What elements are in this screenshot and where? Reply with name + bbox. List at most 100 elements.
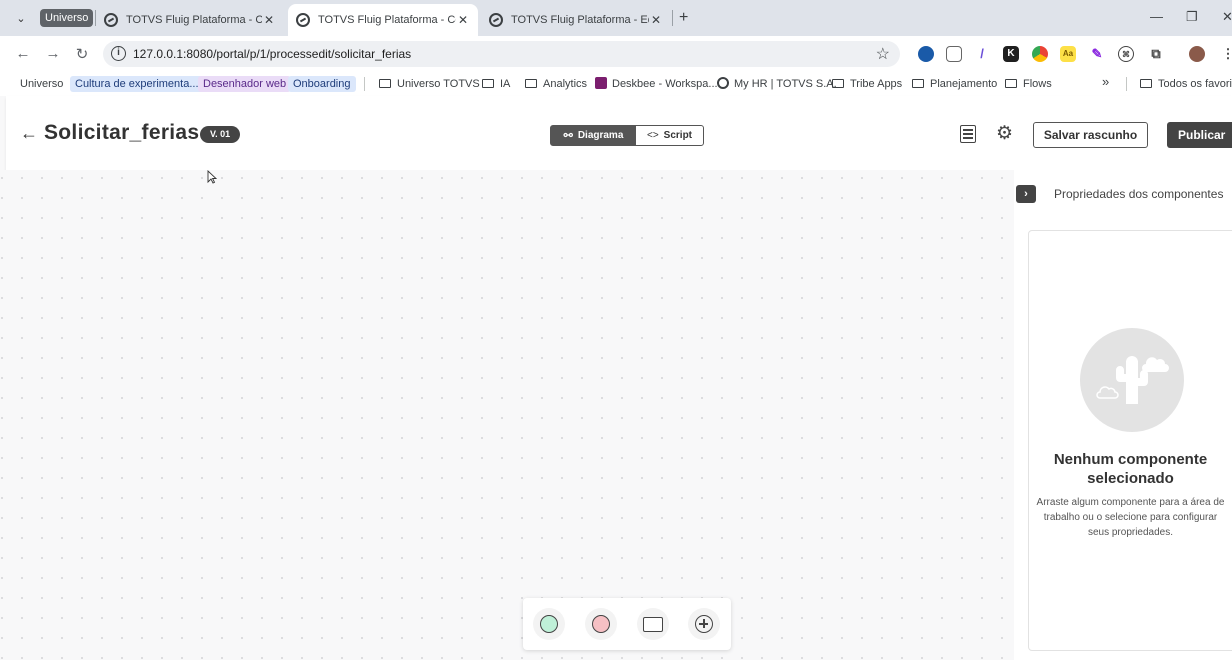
folder-icon (1140, 79, 1152, 88)
close-tab-icon[interactable]: ✕ (456, 13, 470, 27)
task-icon (643, 616, 663, 632)
bookmark-myhr[interactable]: My HR | TOTVS S.A. (717, 76, 837, 92)
extensions-puzzle-icon[interactable]: ⧉ (1148, 46, 1164, 62)
address-url[interactable]: 127.0.0.1:8080/portal/p/1/processedit/so… (133, 47, 411, 61)
fluig-favicon-icon (717, 77, 729, 89)
restore-window-icon[interactable]: ❐ (1186, 9, 1198, 25)
diagram-canvas[interactable] (0, 170, 1014, 660)
bookmark-label: Planejamento (930, 78, 998, 90)
browser-toolbar: ← → ↻ i 127.0.0.1:8080/portal/p/1/proces… (0, 36, 1232, 72)
forward-icon[interactable]: → (44, 45, 62, 62)
bookmark-star-icon[interactable]: ☆ (876, 44, 890, 64)
close-tab-icon[interactable]: ✕ (262, 13, 276, 27)
properties-panel: › Propriedades dos componentes Nenhum co… (1014, 170, 1232, 660)
bookmark-folder-analytics[interactable]: Analytics (525, 76, 587, 92)
close-window-icon[interactable]: ✕ (1222, 9, 1232, 25)
bookmark-cultura[interactable]: Cultura de experimenta... (70, 76, 204, 92)
folder-icon (482, 79, 494, 88)
end-event-tool[interactable] (585, 608, 617, 640)
bookmark-deskbee[interactable]: Deskbee - Workspa... (595, 76, 718, 92)
extension-pen-icon[interactable]: / (974, 46, 990, 62)
component-palette (523, 598, 731, 650)
folder-icon (379, 79, 391, 88)
settings-gear-icon[interactable]: ⚙ (996, 122, 1013, 145)
site-info-icon[interactable]: i (111, 46, 126, 61)
process-editor-header: ← Solicitar_ferias V. 01 ⚯ Diagrama <> S… (6, 96, 1232, 170)
folder-icon (1005, 79, 1017, 88)
bookmark-folder-ia[interactable]: IA (482, 76, 510, 92)
address-bar[interactable]: i 127.0.0.1:8080/portal/p/1/processedit/… (103, 41, 900, 67)
back-arrow-icon[interactable]: ← (20, 123, 38, 144)
tab-script[interactable]: <> Script (636, 126, 703, 145)
bookmark-divider (364, 77, 365, 91)
browser-tab[interactable]: TOTVS Fluig Plataforma - Config ✕ (96, 4, 284, 36)
extension-k-icon[interactable]: K (1003, 46, 1019, 62)
bookmark-label: Universo TOTVS (397, 78, 480, 90)
bookmark-desenhador[interactable]: Desenhador web (198, 76, 292, 92)
collapse-panel-chevron-icon[interactable]: › (1016, 185, 1036, 203)
empty-state-card: Nenhum componente selecionado Arraste al… (1028, 230, 1232, 651)
tab-divider (672, 10, 673, 26)
extension-chrome-icon[interactable] (1032, 46, 1048, 62)
tab-search-chevron-icon[interactable]: ⌄ (10, 8, 32, 28)
extension-globe-icon[interactable] (918, 46, 934, 62)
bookmark-divider (1126, 77, 1127, 91)
extension-ai-icon[interactable]: ⌘ (1118, 46, 1134, 62)
bookmark-label: My HR | TOTVS S.A. (734, 78, 837, 90)
task-tool[interactable] (637, 608, 669, 640)
fluig-favicon-icon (489, 13, 503, 27)
bookmark-label: Analytics (543, 78, 588, 90)
bookmark-folder-universo-totvs[interactable]: Universo TOTVS (379, 76, 480, 92)
folder-icon (525, 79, 537, 88)
start-event-tool[interactable] (533, 608, 565, 640)
extension-quill-icon[interactable]: ✎ (1089, 46, 1105, 62)
bookmark-label: Flows (1023, 78, 1052, 90)
tab-diagram[interactable]: ⚯ Diagrama (551, 126, 636, 145)
bookmark-label: Deskbee - Workspa... (612, 78, 718, 90)
editor-mode-switch: ⚯ Diagrama <> Script (550, 125, 704, 146)
properties-panel-title: Propriedades dos componentes (1054, 187, 1224, 201)
bookmark-universo[interactable]: Universo (15, 76, 68, 92)
close-tab-icon[interactable]: ✕ (649, 13, 663, 27)
diagram-icon: ⚯ (563, 130, 573, 142)
save-draft-button[interactable]: Salvar rascunho (1033, 122, 1148, 148)
back-icon[interactable]: ← (14, 45, 32, 62)
publish-button[interactable]: Publicar (1167, 122, 1232, 148)
gateway-tool[interactable] (688, 608, 720, 640)
bookmarks-overflow-button[interactable]: » (1102, 74, 1109, 90)
bookmark-onboarding[interactable]: Onboarding (288, 76, 356, 92)
bookmark-label: Tribe Apps (850, 78, 903, 90)
reload-icon[interactable]: ↻ (73, 45, 91, 63)
cactus-cloud-illustration-icon (1080, 328, 1184, 432)
start-event-icon (540, 615, 558, 633)
browser-tab-active[interactable]: TOTVS Fluig Plataforma - Config ✕ (288, 4, 478, 36)
deskbee-icon (595, 77, 607, 89)
tab-group-chip[interactable]: Universo (40, 9, 94, 27)
bookmark-label: IA (500, 78, 511, 90)
cactus-illustration (1096, 356, 1169, 404)
browser-menu-icon[interactable]: ⋮ (1220, 46, 1232, 62)
new-tab-plus-icon[interactable]: + (679, 9, 688, 27)
browser-tab[interactable]: TOTVS Fluig Plataforma - Edição ✕ (481, 4, 671, 36)
bookmark-folder-tribe[interactable]: Tribe Apps (832, 76, 902, 92)
extension-aa-icon[interactable]: Aa (1060, 46, 1076, 62)
tab-diagram-label: Diagrama (577, 130, 624, 141)
bookmark-label: Todos os favoritos (1158, 78, 1232, 90)
browser-tab-strip: ⌄ Universo TOTVS Fluig Plataforma - Conf… (0, 0, 1232, 36)
gateway-plus-icon (695, 615, 713, 633)
mouse-cursor-icon (207, 170, 217, 184)
bookmarks-bar: Universo Cultura de experimenta... Desen… (0, 72, 1232, 96)
bookmark-folder-flows[interactable]: Flows (1005, 76, 1052, 92)
version-badge: V. 01 (200, 126, 241, 143)
bookmark-folder-planejamento[interactable]: Planejamento (912, 76, 997, 92)
process-title: Solicitar_ferias (44, 121, 200, 144)
bookmark-folder-all[interactable]: Todos os favoritos (1140, 76, 1232, 92)
empty-state-title: Nenhum componente selecionado (1053, 451, 1208, 487)
extension-capture-icon[interactable] (946, 46, 962, 62)
minimize-window-icon[interactable]: — (1150, 9, 1163, 24)
document-icon[interactable] (960, 125, 976, 143)
profile-avatar[interactable] (1189, 46, 1205, 62)
fluig-favicon-icon (296, 13, 310, 27)
fluig-favicon-icon (104, 13, 118, 27)
tab-title: TOTVS Fluig Plataforma - Config (126, 14, 262, 26)
